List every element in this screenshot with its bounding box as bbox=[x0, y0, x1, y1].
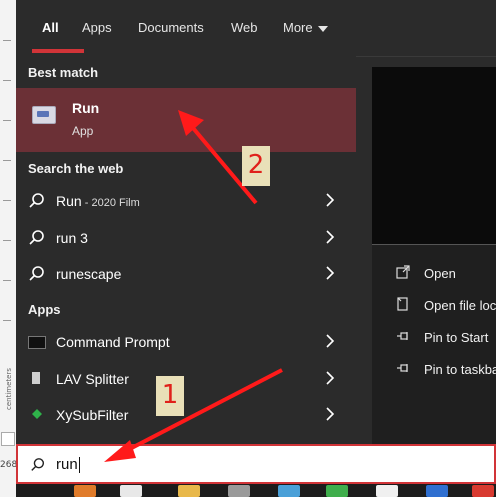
active-tab-indicator bbox=[32, 49, 84, 53]
tab-more[interactable]: More bbox=[283, 20, 328, 35]
search-icon bbox=[29, 230, 44, 245]
taskbar-app-icon[interactable] bbox=[278, 485, 300, 497]
chevron-right-icon[interactable] bbox=[324, 406, 336, 422]
taskbar-app-icon[interactable] bbox=[228, 485, 250, 497]
best-match-subtitle: App bbox=[72, 124, 94, 138]
search-input[interactable]: run bbox=[56, 456, 80, 474]
app-result-command-prompt[interactable]: Command Prompt bbox=[16, 325, 356, 359]
best-match-run[interactable]: Run App bbox=[16, 88, 356, 152]
ruler-units-label: centimeters bbox=[4, 368, 13, 410]
filter-tabs: All Apps Documents Web More bbox=[16, 0, 496, 57]
app-result-lav-splitter[interactable]: LAV Splitter bbox=[16, 362, 356, 396]
tab-web[interactable]: Web bbox=[231, 20, 258, 35]
app-result-xysubfilter[interactable]: XySubFilter bbox=[16, 398, 356, 432]
ruler-tick bbox=[3, 120, 11, 121]
web-result-label: Run - 2020 Film bbox=[56, 193, 140, 209]
lav-splitter-icon bbox=[32, 372, 40, 384]
section-apps: Apps bbox=[28, 302, 61, 317]
search-box[interactable]: run bbox=[16, 444, 496, 484]
action-label: Pin to Start bbox=[424, 330, 489, 345]
divider bbox=[372, 244, 496, 245]
best-match-title: Run bbox=[72, 100, 100, 116]
start-search-menu: All Apps Documents Web More Best match R… bbox=[16, 0, 496, 444]
taskbar-app-icon[interactable] bbox=[178, 485, 200, 497]
ruler-tick bbox=[3, 200, 11, 201]
ruler-tick bbox=[3, 320, 11, 321]
chevron-down-icon bbox=[317, 25, 328, 32]
action-label: Pin to taskba bbox=[424, 362, 496, 377]
ruler-tick bbox=[3, 40, 11, 41]
section-best-match: Best match bbox=[28, 65, 99, 80]
left-ruler: centimeters 268 bbox=[0, 0, 17, 497]
web-result-title: runescape bbox=[56, 266, 122, 282]
search-icon bbox=[29, 266, 44, 281]
chevron-right-icon[interactable] bbox=[324, 265, 336, 281]
taskbar-app-icon[interactable] bbox=[120, 485, 142, 497]
tab-more-label: More bbox=[283, 20, 313, 35]
ruler-coordinate: 268 bbox=[0, 460, 18, 470]
tab-apps[interactable]: Apps bbox=[82, 20, 112, 35]
tab-documents[interactable]: Documents bbox=[138, 20, 204, 35]
web-result-run3[interactable]: run 3 bbox=[16, 221, 356, 255]
taskbar-app-icon[interactable] bbox=[74, 485, 96, 497]
search-query: run bbox=[56, 456, 78, 473]
action-open-file-location[interactable]: Open file loc bbox=[396, 297, 496, 315]
chevron-right-icon[interactable] bbox=[324, 370, 336, 386]
taskbar-app-icon[interactable] bbox=[326, 485, 348, 497]
tab-all[interactable]: All bbox=[42, 20, 59, 35]
pin-icon bbox=[396, 361, 410, 375]
run-app-icon bbox=[32, 106, 56, 124]
search-icon bbox=[29, 193, 44, 208]
section-search-web: Search the web bbox=[28, 161, 124, 176]
ruler-scroll-box[interactable] bbox=[1, 432, 15, 446]
ruler-tick bbox=[3, 160, 11, 161]
preview-header bbox=[372, 67, 496, 244]
chevron-right-icon[interactable] bbox=[324, 192, 336, 208]
action-open[interactable]: Open bbox=[396, 265, 496, 283]
chevron-right-icon[interactable] bbox=[324, 229, 336, 245]
ruler-tick bbox=[3, 240, 11, 241]
web-result-title: run 3 bbox=[56, 230, 88, 246]
preview-pane: Open Open file loc Pin to Start Pin to t… bbox=[372, 67, 496, 444]
chevron-right-icon[interactable] bbox=[324, 333, 336, 349]
search-icon bbox=[31, 458, 45, 471]
folder-icon bbox=[396, 297, 410, 311]
taskbar-app-icon[interactable] bbox=[426, 485, 448, 497]
step-badge-2: 2 bbox=[242, 146, 270, 186]
xysubfilter-icon bbox=[32, 409, 42, 419]
web-result-runescape[interactable]: runescape bbox=[16, 257, 356, 291]
web-result-title: Run bbox=[56, 193, 82, 209]
action-label: Open file loc bbox=[424, 298, 496, 313]
step-badge-1: 1 bbox=[156, 376, 184, 416]
web-result-suffix: - 2020 Film bbox=[81, 197, 140, 209]
taskbar-app-icon[interactable] bbox=[472, 485, 494, 497]
text-cursor bbox=[78, 457, 80, 474]
web-result-run-film[interactable]: Run - 2020 Film bbox=[16, 184, 356, 218]
app-result-label: LAV Splitter bbox=[56, 371, 129, 387]
action-pin-to-taskbar[interactable]: Pin to taskba bbox=[396, 361, 496, 379]
command-prompt-icon bbox=[28, 336, 46, 349]
app-result-label: XySubFilter bbox=[56, 407, 129, 423]
results-list: Best match Run App Search the web Run - … bbox=[16, 56, 356, 444]
taskbar-app-icon[interactable] bbox=[376, 485, 398, 497]
action-label: Open bbox=[424, 266, 456, 281]
pin-icon bbox=[396, 329, 410, 343]
open-icon bbox=[396, 265, 410, 279]
action-pin-to-start[interactable]: Pin to Start bbox=[396, 329, 496, 347]
app-result-label: Command Prompt bbox=[56, 334, 170, 350]
taskbar bbox=[16, 484, 496, 497]
ruler-tick bbox=[3, 80, 11, 81]
ruler-tick bbox=[3, 280, 11, 281]
